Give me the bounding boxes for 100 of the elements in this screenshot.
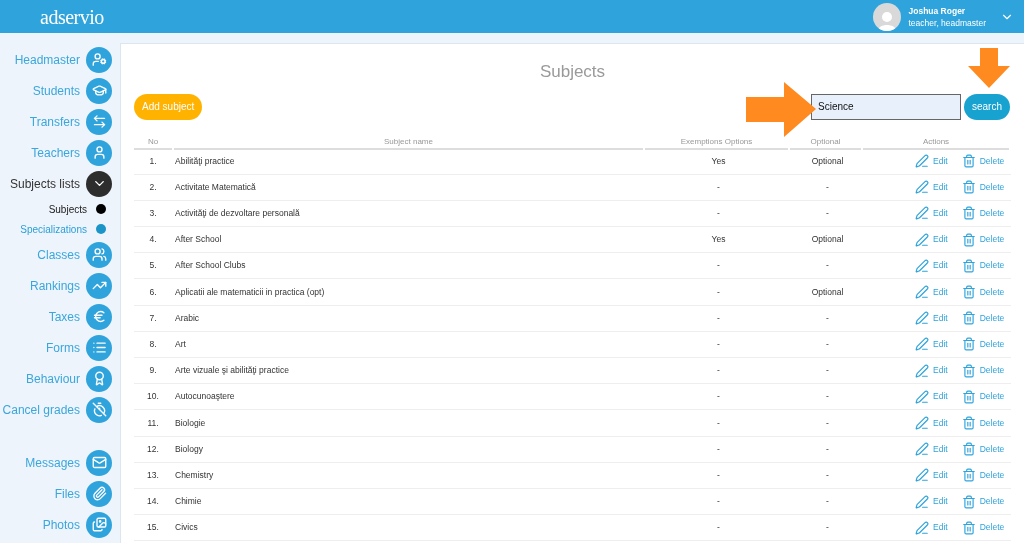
sidebar-item[interactable]: Students (32, 81, 80, 100)
pen-icon[interactable] (915, 468, 929, 483)
pen-icon[interactable] (915, 311, 929, 326)
sidebar-item[interactable]: Files (54, 484, 80, 503)
edit-link[interactable]: Edit (933, 180, 948, 194)
delete-link[interactable]: Delete (979, 233, 1005, 247)
edit-link[interactable]: Edit (933, 416, 948, 430)
delete-link[interactable]: Delete (979, 207, 1005, 220)
sidebar-item[interactable]: Forms (46, 338, 80, 357)
delete-link[interactable]: Delete (979, 311, 1005, 325)
chevron-down-icon[interactable] (86, 170, 112, 197)
sidebar-item[interactable]: Subjects lists (9, 174, 80, 193)
pen-icon[interactable] (915, 232, 929, 247)
exemptions-cell: - (717, 180, 720, 194)
edit-link[interactable]: Edit (933, 259, 948, 273)
delete-link[interactable]: Delete (979, 180, 1005, 194)
images-icon[interactable] (86, 511, 112, 538)
pen-icon[interactable] (915, 520, 929, 535)
edit-link[interactable]: Edit (933, 390, 948, 404)
sidebar-subitem[interactable]: Subjects (48, 201, 87, 217)
edit-link[interactable]: Edit (933, 233, 948, 247)
optional-cell: Optional (811, 233, 844, 247)
sidebar-item[interactable]: Teachers (31, 143, 80, 162)
trash-icon[interactable] (961, 206, 976, 221)
sidebar-item[interactable]: Behaviour (25, 369, 80, 388)
edit-link[interactable]: Edit (933, 495, 948, 508)
search-button[interactable]: search (964, 93, 1010, 120)
sidebar-item[interactable]: Transfers (29, 112, 80, 131)
sidebar-item[interactable]: Classes (37, 245, 80, 264)
optional-cell: Optional (811, 154, 844, 168)
trash-icon[interactable] (961, 154, 976, 169)
edit-link[interactable]: Edit (933, 338, 948, 351)
sidebar-subitem[interactable]: Specializations (20, 221, 87, 237)
trash-icon[interactable] (961, 468, 976, 483)
sidebar-item[interactable]: Rankings (29, 276, 80, 295)
trash-icon[interactable] (961, 494, 976, 509)
trash-icon[interactable] (961, 520, 976, 535)
people-icon[interactable] (86, 241, 112, 268)
edit-link[interactable]: Edit (933, 521, 948, 535)
mail-icon[interactable] (86, 449, 112, 476)
trash-icon[interactable] (961, 232, 976, 247)
pen-icon[interactable] (915, 442, 929, 457)
delete-link[interactable]: Delete (979, 364, 1005, 377)
delete-link[interactable]: Delete (979, 416, 1005, 430)
list-icon[interactable] (86, 334, 112, 361)
edit-link[interactable]: Edit (933, 285, 948, 299)
delete-link[interactable]: Delete (979, 468, 1005, 482)
sidebar-item[interactable]: Taxes (48, 307, 80, 326)
paperclip-icon[interactable] (86, 480, 112, 507)
sidebar-item[interactable]: Cancel grades (2, 400, 80, 419)
trash-icon[interactable] (961, 180, 976, 195)
trash-icon[interactable] (961, 415, 976, 430)
page-title: Subjects (539, 61, 606, 83)
edit-link[interactable]: Edit (933, 364, 948, 377)
swap-arrows-icon[interactable] (86, 108, 112, 135)
sidebar-item[interactable]: Photos (42, 515, 80, 534)
delete-link[interactable]: Delete (979, 154, 1005, 168)
pen-icon[interactable] (915, 154, 929, 169)
sidebar-item[interactable]: Headmaster (14, 50, 80, 69)
trash-icon[interactable] (961, 442, 976, 457)
edit-link[interactable]: Edit (933, 468, 948, 482)
pen-icon[interactable] (915, 363, 929, 378)
subject-name: Chemistry (175, 469, 214, 480)
edit-link[interactable]: Edit (933, 154, 948, 168)
euro-icon[interactable] (86, 303, 112, 330)
pen-icon[interactable] (915, 285, 929, 300)
pen-icon[interactable] (915, 337, 929, 352)
delete-link[interactable]: Delete (979, 338, 1005, 351)
optional-cell: - (826, 416, 829, 430)
row-number: 3. (149, 207, 157, 220)
delete-link[interactable]: Delete (979, 442, 1005, 456)
award-icon[interactable] (86, 365, 112, 392)
pen-icon[interactable] (915, 206, 929, 221)
avatar-icon[interactable] (872, 2, 901, 31)
add-subject-button[interactable]: Add subject (134, 93, 203, 120)
trash-icon[interactable] (961, 285, 976, 300)
sidebar-item[interactable]: Messages (25, 453, 80, 472)
pen-icon[interactable] (915, 389, 929, 404)
edit-link[interactable]: Edit (933, 311, 948, 325)
delete-link[interactable]: Delete (979, 285, 1005, 299)
pen-icon[interactable] (915, 415, 929, 430)
trash-icon[interactable] (961, 258, 976, 273)
search-field[interactable]: Science (811, 93, 961, 120)
timer-icon[interactable] (86, 396, 112, 423)
trash-icon[interactable] (961, 311, 976, 326)
logo[interactable]: adservio (40, 1, 104, 32)
graduation-cap-icon[interactable] (86, 77, 112, 104)
pen-icon[interactable] (915, 180, 929, 195)
trash-icon[interactable] (961, 337, 976, 352)
delete-link[interactable]: Delete (979, 259, 1005, 273)
trash-icon[interactable] (961, 389, 976, 404)
delete-link[interactable]: Delete (979, 495, 1005, 508)
trash-icon[interactable] (961, 363, 976, 378)
pen-icon[interactable] (915, 258, 929, 273)
pen-icon[interactable] (915, 494, 929, 509)
edit-link[interactable]: Edit (933, 442, 948, 456)
edit-link[interactable]: Edit (933, 207, 948, 220)
delete-link[interactable]: Delete (979, 521, 1005, 535)
delete-link[interactable]: Delete (979, 390, 1005, 404)
user-badge-icon[interactable] (86, 46, 112, 73)
